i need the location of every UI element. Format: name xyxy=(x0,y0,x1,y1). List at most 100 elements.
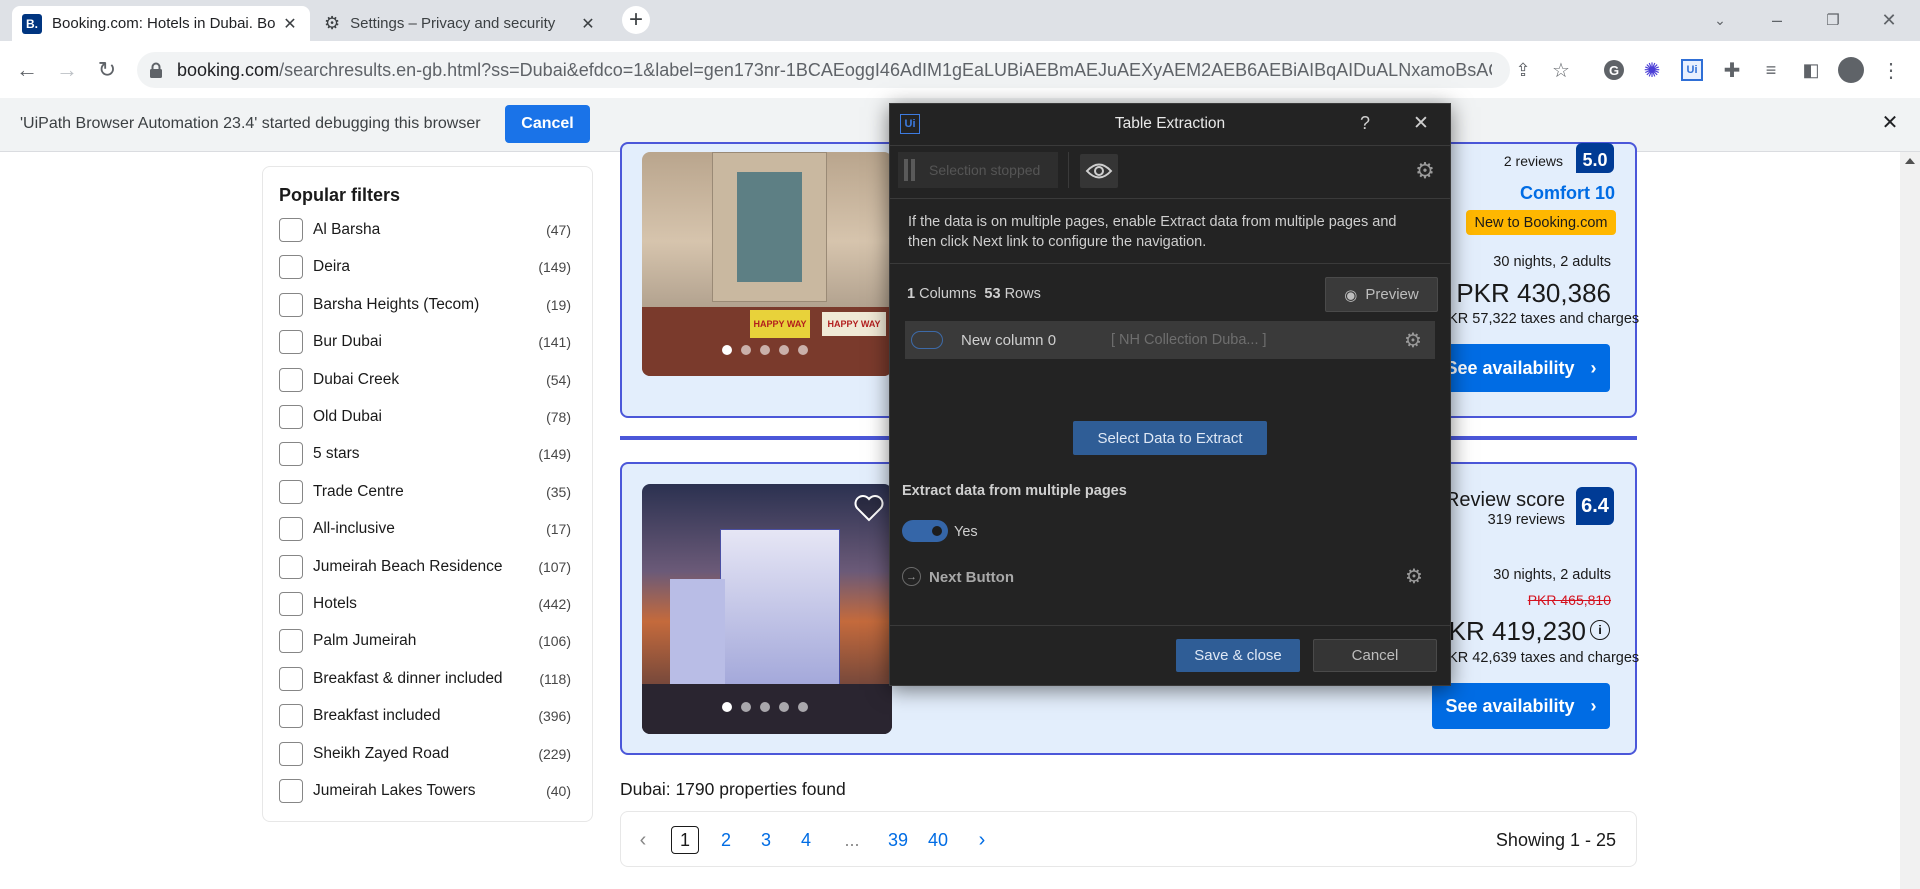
infobar-close-icon[interactable]: ✕ xyxy=(1878,110,1902,134)
filter-count: (149) xyxy=(538,446,571,463)
filter-checkbox[interactable] xyxy=(279,292,303,317)
pause-icon xyxy=(904,159,915,181)
close-tab-icon[interactable]: ✕ xyxy=(280,14,300,34)
heart-favorite-icon[interactable] xyxy=(854,494,884,522)
share-icon[interactable]: ⇪ xyxy=(1508,55,1538,85)
filter-checkbox[interactable] xyxy=(279,629,303,654)
tab-booking[interactable]: B. Booking.com: Hotels in Dubai. Bo ✕ xyxy=(12,6,310,41)
new-to-booking-badge: New to Booking.com xyxy=(1466,210,1616,235)
url-text: booking.com/searchresults.en-gb.html?ss=… xyxy=(177,60,1492,80)
scrollbar[interactable] xyxy=(1900,152,1920,889)
restore-button[interactable]: ❐ xyxy=(1810,0,1856,40)
page-link[interactable]: 2 xyxy=(712,826,740,854)
filter-option[interactable]: Al Barsha (47) xyxy=(279,217,571,243)
more-menu-icon[interactable]: ⋮ xyxy=(1876,55,1906,85)
selection-status-control[interactable]: Selection stopped xyxy=(898,152,1058,188)
photo-carousel-dots[interactable] xyxy=(722,345,808,355)
filter-checkbox[interactable] xyxy=(279,666,303,691)
chevron-right-icon: › xyxy=(1590,357,1597,378)
filter-checkbox[interactable] xyxy=(279,779,303,803)
filter-checkbox[interactable] xyxy=(279,517,303,542)
hotel-photo[interactable]: HAPPY WAY HAPPY WAY xyxy=(642,152,892,376)
hotel-photo[interactable] xyxy=(642,484,892,734)
window-close-button[interactable]: ✕ xyxy=(1866,0,1912,40)
grammarly-icon[interactable]: G xyxy=(1599,55,1629,85)
minimize-button[interactable]: – xyxy=(1754,0,1800,40)
close-tab-icon[interactable]: ✕ xyxy=(578,14,598,34)
uipath-extension-icon[interactable]: Ui xyxy=(1677,55,1707,85)
column-settings-gear-icon[interactable]: ⚙ xyxy=(1401,328,1425,353)
filter-checkbox[interactable] xyxy=(279,367,303,392)
filter-option[interactable]: Breakfast included (396) xyxy=(279,703,571,729)
filter-option[interactable]: Dubai Creek (54) xyxy=(279,367,571,393)
forward-arrow-icon[interactable]: → xyxy=(52,55,82,85)
dialog-cancel-button[interactable]: Cancel xyxy=(1313,639,1437,672)
media-queue-icon[interactable]: ≡ xyxy=(1756,55,1786,85)
bookmark-star-icon[interactable]: ☆ xyxy=(1546,55,1576,85)
filter-option[interactable]: Hotels (442) xyxy=(279,591,571,617)
photo-carousel-dots[interactable] xyxy=(722,702,808,712)
filter-option[interactable]: Old Dubai (78) xyxy=(279,404,571,430)
see-availability-button[interactable]: See availability › xyxy=(1432,683,1610,729)
settings-gear-icon[interactable]: ⚙ xyxy=(1413,158,1437,184)
page-link-current[interactable]: 1 xyxy=(671,826,699,854)
filter-checkbox[interactable] xyxy=(279,330,303,355)
filter-checkbox[interactable] xyxy=(279,592,303,616)
profile-avatar-icon[interactable] xyxy=(1836,55,1866,85)
page-link[interactable]: 39 xyxy=(882,826,914,854)
filter-option[interactable]: Trade Centre (35) xyxy=(279,479,571,505)
tab-search-icon[interactable]: ⌄ xyxy=(1697,0,1743,40)
divider xyxy=(890,625,1450,626)
tab-settings[interactable]: ⚙ Settings – Privacy and security ✕ xyxy=(314,6,608,41)
column-toggle-icon[interactable] xyxy=(911,331,943,349)
filter-checkbox[interactable] xyxy=(279,405,303,429)
help-icon[interactable]: ? xyxy=(1355,113,1375,134)
filter-option[interactable]: Barsha Heights (Tecom) (19) xyxy=(279,292,571,318)
filter-option[interactable]: Jumeirah Beach Residence (107) xyxy=(279,554,571,580)
next-page-chevron-icon[interactable]: › xyxy=(972,826,992,854)
filter-checkbox[interactable] xyxy=(279,218,303,242)
column-name: New column 0 xyxy=(961,331,1057,349)
filter-option[interactable]: 5 stars (149) xyxy=(279,441,571,467)
gear-icon: ⚙ xyxy=(324,13,341,33)
infobar-cancel-button[interactable]: Cancel xyxy=(505,105,590,143)
extension-asterisk-icon[interactable]: ✺ xyxy=(1637,55,1667,85)
filter-checkbox[interactable] xyxy=(279,255,303,280)
reload-icon[interactable]: ↻ xyxy=(92,55,122,85)
filter-checkbox[interactable] xyxy=(279,442,303,467)
extensions-puzzle-icon[interactable]: ✚ xyxy=(1717,55,1747,85)
dialog-close-icon[interactable]: ✕ xyxy=(1410,112,1432,135)
multi-page-info-text: If the data is on multiple pages, enable… xyxy=(908,214,1397,250)
filter-count: (107) xyxy=(538,558,571,575)
side-panel-icon[interactable]: ◧ xyxy=(1796,55,1826,85)
back-arrow-icon[interactable]: ← xyxy=(12,55,42,85)
filter-option[interactable]: All-inclusive (17) xyxy=(279,516,571,542)
page-link[interactable]: 40 xyxy=(922,826,954,854)
filter-count: (396) xyxy=(538,708,571,725)
filter-option[interactable]: Breakfast & dinner included (118) xyxy=(279,666,571,692)
save-and-close-button[interactable]: Save & close xyxy=(1176,639,1300,672)
filter-checkbox[interactable] xyxy=(279,741,303,766)
filter-checkbox[interactable] xyxy=(279,479,303,504)
next-button-gear-icon[interactable]: ⚙ xyxy=(1402,564,1426,589)
filter-option[interactable]: Sheikh Zayed Road (229) xyxy=(279,741,571,767)
filter-option[interactable]: Bur Dubai (141) xyxy=(279,329,571,355)
filter-option[interactable]: Palm Jumeirah (106) xyxy=(279,628,571,654)
page-link[interactable]: 3 xyxy=(752,826,780,854)
eye-icon[interactable] xyxy=(1080,154,1118,188)
see-availability-button[interactable]: See availability › xyxy=(1432,344,1610,392)
filter-option[interactable]: Deira (149) xyxy=(279,254,571,280)
multi-page-toggle[interactable] xyxy=(902,520,948,542)
shop-sign: HAPPY WAY xyxy=(750,310,810,338)
preview-button[interactable]: ◉ Preview xyxy=(1325,277,1438,312)
next-button-label[interactable]: Next Button xyxy=(929,569,1014,586)
filter-checkbox[interactable] xyxy=(279,704,303,729)
filter-option[interactable]: Jumeirah Lakes Towers (40) xyxy=(279,778,571,804)
previous-page-chevron-icon[interactable]: ‹ xyxy=(633,826,653,854)
select-data-to-extract-button[interactable]: Select Data to Extract xyxy=(1073,421,1267,455)
column-row[interactable]: New column 0 [ NH Collection Duba... ] xyxy=(905,321,1435,359)
filter-checkbox[interactable] xyxy=(279,554,303,579)
new-tab-button[interactable]: + xyxy=(622,6,650,34)
info-icon[interactable]: i xyxy=(1590,620,1610,640)
page-link[interactable]: 4 xyxy=(792,826,820,854)
